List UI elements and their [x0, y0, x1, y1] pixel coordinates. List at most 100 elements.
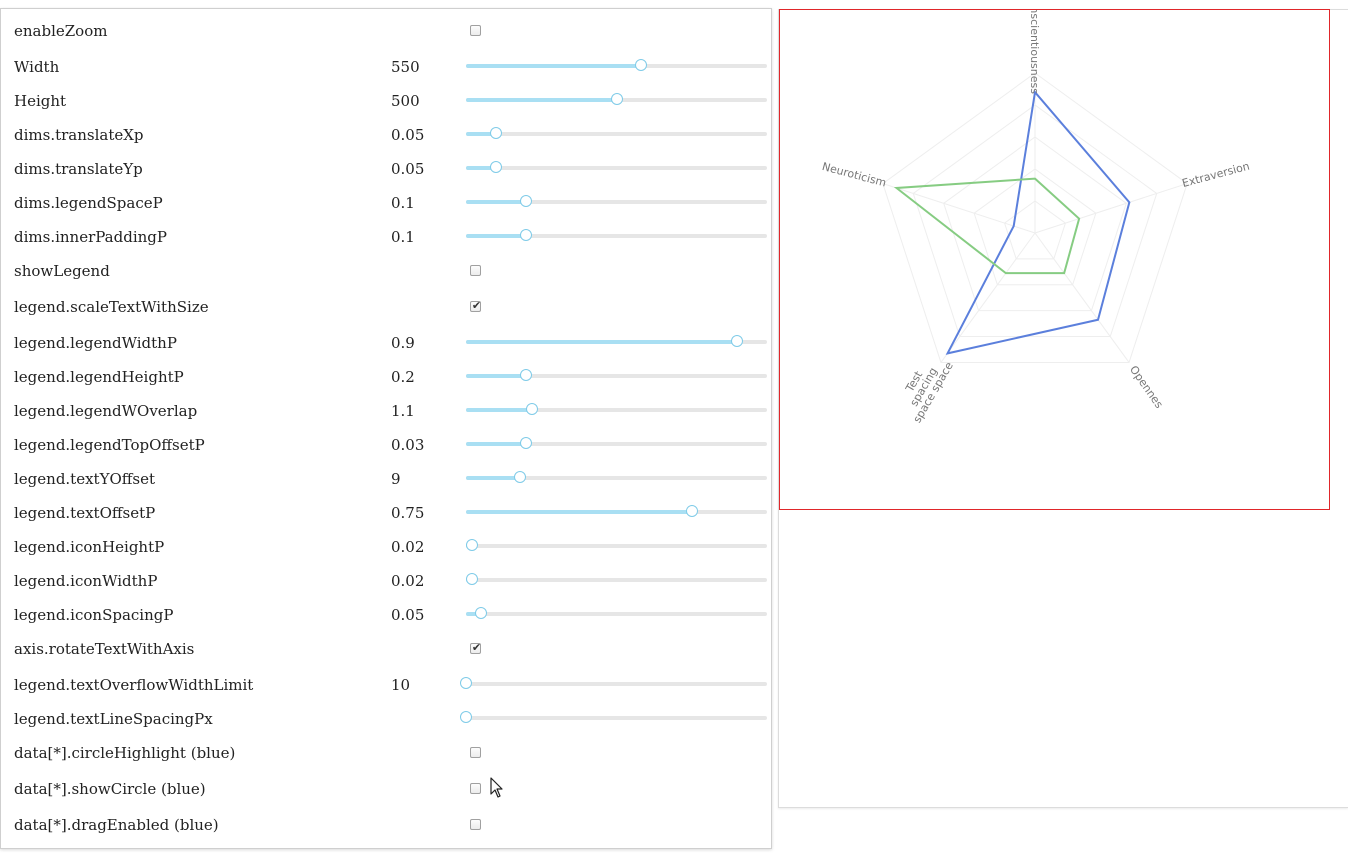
- checkbox-axis-rotatetextwithaxis[interactable]: ✔: [470, 641, 481, 654]
- slider-thumb[interactable]: [460, 677, 472, 689]
- slider-legend-iconheightp[interactable]: [466, 539, 767, 551]
- control-value: 0.1: [391, 228, 415, 246]
- control-label: legend.iconHeightP: [14, 538, 165, 556]
- checkmark-icon: ✔: [471, 299, 482, 312]
- slider-track[interactable]: [466, 612, 767, 616]
- slider-height[interactable]: [466, 93, 767, 105]
- slider-thumb[interactable]: [526, 403, 539, 415]
- control-row-dims-innerpaddingp: dims.innerPaddingP 0.1: [1, 225, 771, 249]
- slider-thumb[interactable]: [466, 573, 479, 585]
- slider-fill: [466, 476, 521, 480]
- slider-legend-textoffsetp[interactable]: [466, 505, 767, 517]
- slider-track[interactable]: [466, 716, 767, 720]
- checkbox-legend-scaletextwithsize[interactable]: ✔: [470, 299, 482, 312]
- slider-thumb[interactable]: [634, 59, 647, 71]
- slider-track[interactable]: [466, 578, 767, 582]
- slider-legend-iconwidthp[interactable]: [466, 573, 767, 585]
- control-row-legend-textlinespacingpx: legend.textLineSpacingPx: [1, 707, 771, 731]
- control-row-data-showcircle-blue: data[*].showCircle (blue): [1, 777, 771, 801]
- control-value: 10: [391, 676, 411, 694]
- control-row-legend-iconheightp: legend.iconHeightP 0.02: [1, 535, 771, 559]
- slider-thumb[interactable]: [490, 161, 503, 173]
- slider-track[interactable]: [466, 544, 767, 548]
- checkbox-data-dragenabled-blue[interactable]: [470, 819, 481, 830]
- slider-fill: [466, 98, 617, 102]
- control-value: 1.1: [391, 402, 415, 420]
- slider-track[interactable]: [466, 132, 767, 136]
- axis-label-line: Extraversion: [1181, 160, 1251, 191]
- slider-dims-innerpaddingp[interactable]: [466, 229, 767, 241]
- chart-frame-border: Conscientiousness Extraversion Opennes Test…: [779, 9, 1330, 510]
- slider-thumb[interactable]: [730, 335, 743, 347]
- control-label: legend.iconWidthP: [14, 572, 158, 590]
- slider-dims-legendspacep[interactable]: [466, 195, 767, 207]
- axis-spoke: [1034, 183, 1188, 234]
- control-row-showlegend: showLegend: [1, 259, 771, 283]
- slider-dims-translateyp[interactable]: [466, 161, 767, 173]
- slider-thumb[interactable]: [520, 369, 533, 381]
- control-row-dims-translateyp: dims.translateYp 0.05: [1, 157, 771, 181]
- checkbox-data-showcircle-blue[interactable]: [470, 783, 481, 794]
- control-row-legend-textoverflowwidthlimit: legend.textOverflowWidthLimit 10: [1, 673, 771, 697]
- slider-legend-legendwidthp[interactable]: [466, 335, 767, 347]
- slider-thumb[interactable]: [460, 711, 472, 723]
- slider-legend-textyoffset[interactable]: [466, 471, 767, 483]
- control-value: 0.05: [391, 126, 425, 144]
- slider-fill: [466, 234, 527, 238]
- control-row-legend-legendtopoffsetp: legend.legendTopOffsetP 0.03: [1, 433, 771, 457]
- slider-legend-legendheightp[interactable]: [466, 369, 767, 381]
- control-row-legend-iconwidthp: legend.iconWidthP 0.02: [1, 569, 771, 593]
- control-label: enableZoom: [14, 22, 108, 40]
- slider-thumb[interactable]: [490, 127, 503, 139]
- control-label: data[*].circleHighlight (blue): [14, 744, 236, 762]
- slider-thumb[interactable]: [520, 437, 533, 449]
- checkbox-data-circlehighlight-blue[interactable]: [470, 747, 481, 758]
- radar-chart: Conscientiousness Extraversion Opennes Test…: [821, 10, 1251, 426]
- slider-legend-textoverflowwidthlimit[interactable]: [460, 677, 767, 689]
- slider-dims-translatexp[interactable]: [466, 127, 767, 139]
- control-label: legend.legendTopOffsetP: [14, 436, 205, 454]
- slider-thumb[interactable]: [685, 505, 698, 517]
- slider-thumb[interactable]: [514, 471, 527, 483]
- control-value: 500: [391, 92, 420, 110]
- control-label: showLegend: [14, 262, 110, 280]
- slider-legend-legendtopoffsetp[interactable]: [466, 437, 767, 449]
- slider-thumb[interactable]: [610, 93, 623, 105]
- control-value: 0.9: [391, 334, 415, 352]
- control-label: dims.innerPaddingP: [14, 228, 167, 246]
- controls-panel: enableZoom Width 550 Height 500 dims.translat…: [0, 8, 772, 849]
- control-row-height: Height 500: [1, 89, 771, 113]
- checkbox-showlegend[interactable]: [470, 265, 481, 276]
- axis-label-2: Opennes: [1127, 363, 1166, 411]
- slider-thumb[interactable]: [475, 607, 488, 619]
- control-label: legend.legendHeightP: [14, 368, 184, 386]
- control-value: 550: [391, 58, 420, 76]
- slider-width[interactable]: [466, 59, 767, 71]
- control-row-dims-legendspacep: dims.legendSpaceP 0.1: [1, 191, 771, 215]
- axis-label-line: Neuroticism: [821, 160, 888, 190]
- control-label: dims.translateXp: [14, 126, 144, 144]
- slider-track[interactable]: [466, 682, 767, 686]
- slider-fill: [466, 374, 527, 378]
- slider-legend-textlinespacingpx[interactable]: [460, 711, 767, 723]
- slider-thumb[interactable]: [520, 195, 533, 207]
- slider-thumb[interactable]: [466, 539, 479, 551]
- radar-spokes: [882, 73, 1188, 363]
- control-value: 0.02: [391, 572, 425, 590]
- slider-track[interactable]: [466, 166, 767, 170]
- axis-label-4: Neuroticism: [821, 160, 888, 190]
- control-label: axis.rotateTextWithAxis: [14, 640, 195, 658]
- control-row-legend-legendwidthp: legend.legendWidthP 0.9: [1, 331, 771, 355]
- checkbox-enablezoom[interactable]: [470, 25, 481, 36]
- control-row-legend-iconspacingp: legend.iconSpacingP 0.05: [1, 603, 771, 627]
- slider-thumb[interactable]: [520, 229, 533, 241]
- slider-fill: [466, 200, 527, 204]
- slider-legend-iconspacingp[interactable]: [466, 607, 767, 619]
- slider-fill: [466, 408, 533, 412]
- control-row-legend-legendheightp: legend.legendHeightP 0.2: [1, 365, 771, 389]
- slider-fill: [466, 64, 641, 68]
- control-value: 0.05: [391, 606, 425, 624]
- slider-legend-legendwoverlap[interactable]: [466, 403, 767, 415]
- series-line-blue[interactable]: [945, 89, 1131, 355]
- axis-label-3: Testspacingspace space: [892, 349, 956, 426]
